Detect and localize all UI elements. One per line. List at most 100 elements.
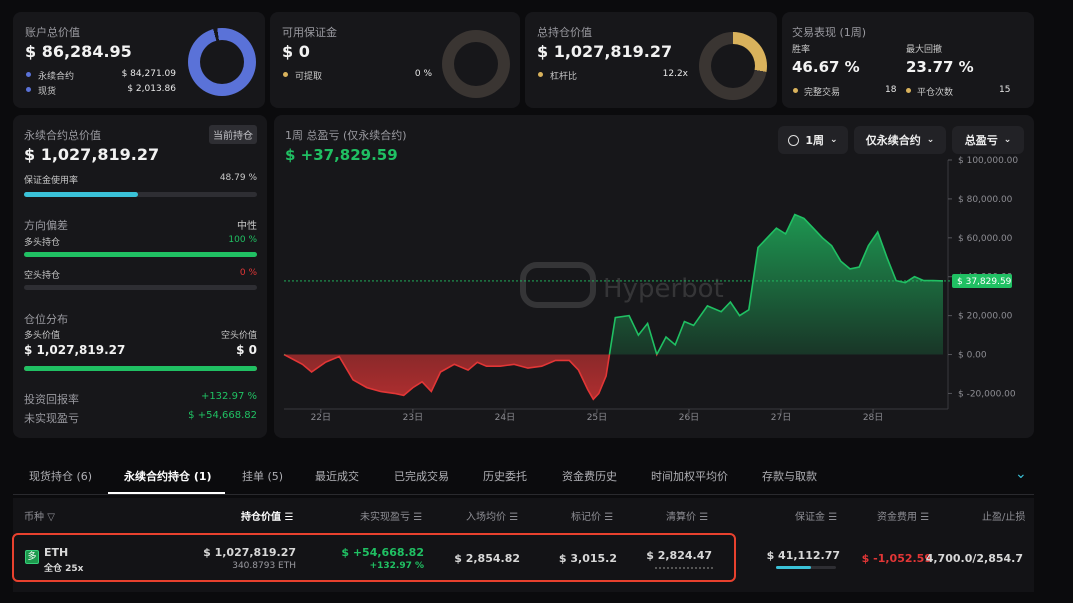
tab-0[interactable]: 现货持仓 (6) [29,468,92,484]
tab-3[interactable]: 最近成交 [315,468,359,484]
position-value-cell: $ 1,027,819.27 [203,546,296,559]
entry-price-cell: $ 2,854.82 [454,552,520,565]
chevron-down-icon: ⌄ [830,135,838,145]
metric-dropdown[interactable]: 总盈亏 ⌄ [952,126,1024,154]
margin-card: 可用保证金 $ 0 可提取 0 % [270,12,520,108]
metric-label: 总盈亏 [964,134,998,147]
tab-1[interactable]: 永续合约持仓 (1) [124,468,212,484]
upnl-pct-cell: +132.97 % [369,561,424,571]
margin-label: 可用保证金 [282,26,337,39]
winrate-label: 胜率 [792,45,811,55]
pnl-chart-card: 1周 总盈亏 (仅永续合约) $ +37,829.59 [274,115,1034,438]
tab-4[interactable]: 已完成交易 [394,468,449,484]
drawdown-label: 最大回撤 [906,45,943,55]
margin-usage-bar [24,192,257,197]
margin-usage-value: 48.79 % [219,173,257,183]
pnl-title: 1周 总盈亏 (仅永续合约) [285,129,407,142]
contract-filter-dropdown[interactable]: 仅永续合约 ⌄ [854,126,946,154]
leverage-donut-chart [699,32,767,100]
tab-8[interactable]: 存款与取款 [762,468,817,484]
col-position-value[interactable]: 持仓价值 ☰ [241,508,293,523]
tabs-divider [13,494,1034,495]
perp-dot [26,72,31,77]
col-entry-price[interactable]: 入场均价 ☰ [466,508,518,523]
account-value-label: 账户总价值 [25,26,80,39]
closes-dot [906,88,911,93]
col-margin[interactable]: 保证金 ☰ [795,508,837,523]
short-position-label: 空头持仓 [24,271,61,281]
closes-label: 平仓次数 [917,88,954,98]
position-size-cell: 340.8793 ETH [232,561,296,571]
col-liq-price[interactable]: 清算价 ☰ [666,508,708,523]
margin-cell: $ 41,112.77 [766,549,840,562]
withdrawable-label: 可提取 [295,72,323,82]
sort-icon: ☰ [284,512,294,523]
leverage-dot [538,72,543,77]
contract-filter-label: 仅永续合约 [865,134,921,147]
col-upnl[interactable]: 未实现盈亏 ☰ [360,508,422,523]
long-position-label: 多头持仓 [24,238,61,248]
position-value: $ 1,027,819.27 [537,42,673,61]
tab-5[interactable]: 历史委托 [483,468,527,484]
chevron-down-icon: ⌄ [1003,135,1012,145]
mark-price-cell: $ 3,015.2 [558,552,617,565]
performance-label: 交易表现 (1周) [792,26,867,39]
roi-label: 投资回报率 [24,393,79,406]
upnl-cell: $ +54,668.82 [341,546,424,559]
long-position-pct: 100 % [228,235,257,245]
long-value-label: 多头价值 [24,331,61,341]
sort-icon: ☰ [604,512,614,523]
drawdown-value: 23.77 % [906,58,974,76]
sort-icon: ☰ [413,512,423,523]
filter-icon[interactable]: ▽ [47,512,55,523]
upnl-value: $ +54,668.82 [188,410,257,421]
current-position-badge[interactable]: 当前持仓 [209,125,257,144]
roi-value: +132.97 % [200,391,257,402]
distribution-fill [24,366,257,371]
bias-label: 方向偏差 [24,219,68,232]
col-funding[interactable]: 资金费用 ☰ [877,508,929,523]
spot-dot [26,87,31,92]
coin-symbol[interactable]: ETH [44,546,68,559]
perp-total-label: 永续合约总价值 [24,129,101,142]
liq-price-cell: $ 2,824.47 [646,549,712,562]
account-spot-label: 现货 [38,87,57,97]
distribution-label: 仓位分布 [24,313,68,326]
account-perp-value: $ 84,271.09 [121,69,176,79]
col-coin[interactable]: 币种 ▽ [24,508,55,523]
col-mark-price[interactable]: 标记价 ☰ [571,508,613,523]
account-value: $ 86,284.95 [25,42,132,61]
tab-2[interactable]: 挂单 (5) [242,468,283,484]
margin-health-bar [776,566,836,569]
tab-7[interactable]: 时间加权平均价 [651,468,728,484]
perp-total-value: $ 1,027,819.27 [24,145,160,164]
long-position-fill [24,252,257,257]
account-perp-label: 永续合约 [38,72,75,82]
short-value-label: 空头价值 [220,331,257,341]
withdrawable-value: 0 % [414,69,432,79]
account-spot-value: $ 2,013.86 [127,84,176,94]
col-tpsl[interactable]: 止盈/止损 [982,508,1025,523]
funding-cell: $ -1,052.59 [861,552,932,565]
account-donut-chart [188,28,256,96]
margin-value: $ 0 [282,42,310,61]
sort-icon: ☰ [828,512,838,523]
completed-dot [793,88,798,93]
long-position-bar [24,252,257,257]
position-value-label: 总持仓价值 [537,26,592,39]
margin-donut-chart [442,30,510,98]
period-dropdown[interactable]: 1周 ⌄ [778,126,848,154]
upnl-label: 未实现盈亏 [24,412,79,425]
short-position-bar [24,285,257,290]
liq-distance-bar [655,567,713,569]
bias-value: 中性 [237,221,257,232]
margin-mode: 全仓 25x [44,564,84,574]
long-side-badge: 多 [25,550,39,564]
pnl-value: $ +37,829.59 [285,146,398,164]
sort-icon: ☰ [699,512,709,523]
tab-6[interactable]: 资金费历史 [562,468,617,484]
margin-usage-fill [24,192,138,197]
perp-detail-card: 永续合约总价值 当前持仓 $ 1,027,819.27 保证金使用率 48.79… [13,115,267,438]
collapse-chevron-icon[interactable]: ⌄ [1015,466,1027,482]
winrate-value: 46.67 % [792,58,860,76]
